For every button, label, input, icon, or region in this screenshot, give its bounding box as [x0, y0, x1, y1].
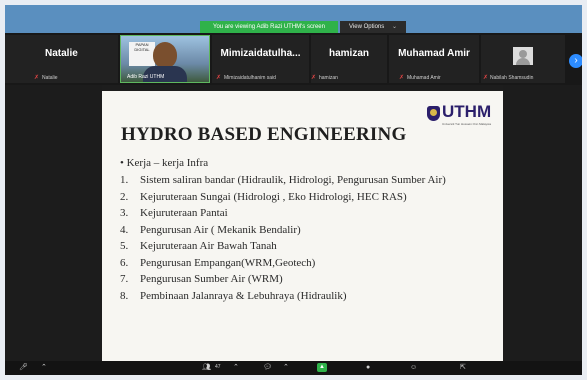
- person-head: [153, 42, 177, 68]
- meeting-toolbar: 🎤︎ ⌃ 👥︎ 47 ⌃ 💬︎ ⌃ ▲ ● ☺ ⇱: [5, 361, 582, 375]
- view-options-label: View Options: [349, 24, 385, 30]
- item-number: 6.: [120, 256, 129, 269]
- share-screen-icon[interactable]: ▲: [317, 363, 327, 372]
- item-text: Pengurusan Air ( Mekanik Bendalir): [140, 223, 301, 236]
- mute-caret[interactable]: ⌃: [41, 364, 47, 372]
- view-options-caret-icon: ⌄: [391, 24, 397, 30]
- participant-tile-hamizan[interactable]: hamizan ✗ hamizan: [311, 35, 387, 83]
- participant-tile-mimizaidatulha[interactable]: Mimizaidatulha... ✗ Mimizaidatulhanim sa…: [212, 35, 309, 83]
- participant-name: Natalie: [42, 75, 58, 81]
- item-number: 8.: [120, 289, 129, 302]
- participant-tile-natalie[interactable]: Natalie ✗ Natalie: [5, 35, 118, 83]
- list-item: 7. Pengurusan Sumber Air (WRM): [120, 273, 490, 286]
- item-number: 2.: [120, 190, 129, 203]
- left-gutter: [5, 85, 102, 361]
- crest-icon: [427, 106, 440, 121]
- list-item: 2. Kejuruteraan Sungai (Hidrologi , Eko H…: [120, 190, 490, 204]
- slide-bullet: • Kerja – kerja Infra: [120, 157, 209, 169]
- zoom-window: You are viewing Adib Razi UTHM's screen …: [5, 5, 582, 375]
- list-item: 4. Pengurusan Air ( Mekanik Bendalir): [120, 223, 490, 237]
- participants-count: 47: [215, 364, 221, 370]
- uthm-logo: UTHM Universiti Tun Hussein Onn Malaysia: [427, 102, 495, 129]
- item-text: Kejuruteraan Sungai (Hidrologi , Eko Hid…: [140, 190, 407, 203]
- poster-text: PAPAN DIGITAL: [134, 42, 150, 52]
- participant-display-name: Natalie: [45, 48, 78, 59]
- poster-image: PAPAN DIGITAL: [129, 42, 155, 66]
- participant-video-adib[interactable]: PAPAN DIGITAL Adib Razi UTHM: [120, 35, 210, 83]
- viewing-banner: You are viewing Adib Razi UTHM's screen: [200, 21, 338, 33]
- view-options-button[interactable]: View Options ⌄: [340, 21, 406, 33]
- item-number: 5.: [120, 240, 129, 252]
- list-item: 6. Pengurusan Empangan(WRM,Geotech): [120, 256, 490, 270]
- mute-icon[interactable]: 🎤︎: [19, 364, 28, 372]
- reactions-icon[interactable]: ☺: [410, 364, 417, 372]
- list-item: 5. Kejuruteraan Air Bawah Tanah: [120, 240, 490, 253]
- muted-mic-icon: ✗: [216, 75, 222, 81]
- item-number: 4.: [120, 223, 129, 236]
- muted-mic-icon: ✗: [311, 75, 317, 81]
- leave-icon[interactable]: ⇱: [460, 364, 466, 372]
- item-number: 1.: [120, 174, 129, 186]
- avatar: [513, 47, 533, 65]
- item-number: 7.: [120, 273, 129, 285]
- item-text: Pengurusan Sumber Air (WRM): [140, 273, 283, 285]
- record-icon[interactable]: ●: [366, 364, 370, 372]
- list-item: 3. Kejuruteraan Pantai: [120, 207, 490, 220]
- next-page-arrow-icon[interactable]: ›: [569, 54, 582, 68]
- slide-title: HYDRO BASED ENGINEERING: [121, 124, 407, 145]
- logo-text: UTHM: [442, 102, 492, 121]
- item-text: Pembinaan Jalanraya & Lebuhraya (Hidraul…: [140, 289, 347, 302]
- participants-icon[interactable]: 👥︎: [202, 364, 211, 372]
- item-text: Kejuruteraan Air Bawah Tanah: [140, 240, 277, 252]
- participant-name: hamizan: [319, 75, 338, 81]
- slide-list: 1. Sistem saliran bandar (Hidraulik, Hidr…: [120, 174, 490, 307]
- participant-name: Nabilah Shamsudin: [490, 75, 534, 81]
- list-item: 8. Pembinaan Jalanraya & Lebuhraya (Hidra…: [120, 289, 490, 303]
- muted-mic-icon: ✗: [399, 75, 405, 81]
- avatar-body: [516, 58, 530, 65]
- item-text: Pengurusan Empangan(WRM,Geotech): [140, 256, 316, 269]
- avatar-head: [519, 50, 527, 58]
- item-text: Sistem saliran bandar (Hidraulik, Hidrol…: [140, 174, 446, 186]
- participant-display-name: Muhamad Amir: [398, 48, 470, 59]
- logo-subtitle: Universiti Tun Hussein Onn Malaysia: [442, 122, 492, 126]
- item-text: Kejuruteraan Pantai: [140, 207, 228, 219]
- participant-display-name: hamizan: [328, 48, 369, 59]
- participant-name: Mimizaidatulhanim said: [224, 75, 276, 81]
- participant-display-name: Mimizaidatulha...: [220, 48, 301, 59]
- muted-mic-icon: ✗: [483, 75, 489, 81]
- participant-tile-muhamad-amir[interactable]: Muhamad Amir ✗ Muhamad Amir: [389, 35, 479, 83]
- chat-icon[interactable]: 💬︎: [263, 364, 272, 372]
- chat-caret[interactable]: ⌃: [283, 364, 289, 372]
- participants-caret[interactable]: ⌃: [233, 364, 239, 372]
- list-item: 1. Sistem saliran bandar (Hidraulik, Hidr…: [120, 174, 490, 187]
- item-number: 3.: [120, 207, 129, 219]
- right-gutter: [503, 85, 582, 361]
- participant-name: Adib Razi UTHM: [127, 74, 165, 80]
- shared-slide: UTHM Universiti Tun Hussein Onn Malaysia…: [102, 91, 503, 362]
- participant-name: Muhamad Amir: [407, 75, 441, 81]
- muted-mic-icon: ✗: [34, 75, 40, 81]
